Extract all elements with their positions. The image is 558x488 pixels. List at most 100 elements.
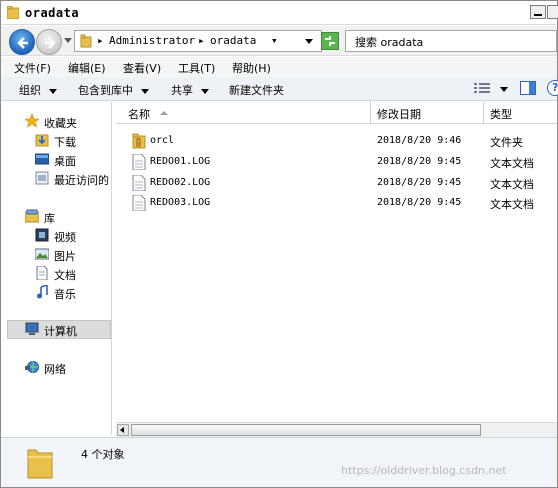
- nav-videos-label: 视频: [54, 231, 76, 244]
- share-label: 共享: [171, 84, 193, 97]
- column-header-type-label: 类型: [490, 108, 512, 121]
- file-name: orcl: [150, 135, 175, 146]
- file-row-redo03[interactable]: REDO03.LOG 2018/8/20 9:45 文本文档: [116, 193, 557, 213]
- chevron-down-icon: [49, 88, 57, 94]
- file-modified: 2018/8/20 9:45: [377, 177, 462, 188]
- text-file-icon: [132, 195, 146, 211]
- music-note-icon: [37, 285, 48, 299]
- include-in-library-button[interactable]: 包含到库中: [78, 82, 149, 98]
- preview-pane-icon[interactable]: [520, 81, 536, 95]
- refresh-icon: [325, 36, 335, 46]
- view-options-dropdown-icon[interactable]: [500, 87, 508, 92]
- column-header-type[interactable]: 类型: [484, 102, 557, 124]
- minimize-button[interactable]: [530, 5, 546, 19]
- menu-bar: 文件(F) 编辑(E) 查看(V) 工具(T) 帮助(H): [1, 57, 557, 77]
- address-dropdown-icon[interactable]: [305, 39, 313, 44]
- downloads-folder-icon: [35, 134, 49, 147]
- details-pane: 4 个对象 https://olddriver.blog.csdn.net: [1, 437, 557, 487]
- network-icon: [25, 361, 39, 373]
- file-type: 文本文档: [490, 198, 534, 211]
- file-modified: 2018/8/20 9:45: [377, 156, 462, 167]
- recent-pages-dropdown-icon[interactable]: [64, 38, 72, 44]
- video-icon: [35, 228, 49, 242]
- breadcrumb-separator[interactable]: ▾: [271, 34, 278, 47]
- picture-icon: [35, 248, 49, 260]
- nav-libraries-label: 库: [44, 212, 55, 225]
- navigation-pane: 收藏夹 下载 桌面 最近访问的 库 视频 图片 文档 音乐 计算机 网络: [1, 102, 112, 435]
- menu-help[interactable]: 帮助(H): [232, 60, 271, 76]
- title-bar: oradata: [1, 1, 558, 25]
- file-name: REDO02.LOG: [150, 177, 211, 188]
- column-header-modified[interactable]: 修改日期: [371, 102, 484, 124]
- watermark-text: https://olddriver.blog.csdn.net: [341, 464, 507, 477]
- text-file-icon: [132, 154, 146, 170]
- breadcrumb-oradata[interactable]: oradata: [210, 34, 256, 47]
- computer-icon: [25, 322, 39, 335]
- chevron-down-icon: [201, 88, 209, 94]
- share-button[interactable]: 共享: [171, 82, 209, 98]
- column-header-name[interactable]: 名称: [116, 102, 371, 124]
- address-row: ▸ Administrator ▸ oradata ▾ 搜索 oradata: [1, 26, 557, 56]
- file-list: 名称 修改日期 类型 orcl 2018/8/20 9:46 文件夹 REDO0…: [116, 102, 557, 422]
- desktop-icon: [35, 153, 49, 165]
- locked-folder-icon: [132, 133, 146, 149]
- search-input[interactable]: 搜索 oradata: [345, 30, 557, 52]
- back-button[interactable]: [9, 29, 35, 55]
- breadcrumb-administrator[interactable]: Administrator: [109, 34, 195, 47]
- file-modified: 2018/8/20 9:46: [377, 135, 462, 146]
- forward-arrow-icon: [45, 37, 56, 49]
- window-title: oradata: [25, 6, 80, 20]
- nav-pictures-label: 图片: [54, 250, 76, 263]
- file-modified: 2018/8/20 9:45: [377, 197, 462, 208]
- nav-music-label: 音乐: [54, 288, 76, 301]
- nav-network-label: 网络: [44, 363, 66, 376]
- chevron-down-icon: [141, 88, 149, 94]
- column-header-modified-label: 修改日期: [377, 108, 421, 121]
- document-icon: [36, 266, 48, 280]
- nav-documents-label: 文档: [54, 269, 76, 282]
- scrollbar-thumb[interactable]: [131, 424, 481, 436]
- file-type: 文件夹: [490, 136, 523, 149]
- breadcrumb-separator[interactable]: ▸: [97, 34, 104, 47]
- folder-icon: [7, 6, 19, 19]
- star-icon: [25, 114, 39, 128]
- search-placeholder: 搜索 oradata: [355, 36, 424, 49]
- file-row-redo01[interactable]: REDO01.LOG 2018/8/20 9:45 文本文档: [116, 152, 557, 172]
- libraries-icon: [25, 209, 39, 223]
- file-row-redo02[interactable]: REDO02.LOG 2018/8/20 9:45 文本文档: [116, 173, 557, 193]
- file-type: 文本文档: [490, 157, 534, 170]
- organize-button[interactable]: 组织: [19, 82, 57, 98]
- refresh-button[interactable]: [321, 32, 339, 50]
- nav-downloads-label: 下载: [54, 136, 76, 149]
- scroll-left-arrow-icon[interactable]: [117, 424, 129, 436]
- folder-icon: [80, 34, 92, 48]
- new-folder-button[interactable]: 新建文件夹: [229, 82, 284, 98]
- nav-desktop-label: 桌面: [54, 155, 76, 168]
- command-bar: 组织 包含到库中 共享 新建文件夹 ?: [1, 77, 558, 101]
- nav-computer-label: 计算机: [44, 325, 77, 338]
- change-view-icon[interactable]: [474, 82, 490, 94]
- menu-tools[interactable]: 工具(T): [178, 60, 215, 76]
- help-icon[interactable]: ?: [547, 80, 558, 96]
- menu-edit[interactable]: 编辑(E): [68, 60, 106, 76]
- sort-ascending-icon: [160, 111, 168, 115]
- nav-recent-places-label: 最近访问的: [54, 174, 109, 187]
- maximize-button[interactable]: [547, 5, 558, 19]
- text-file-icon: [132, 175, 146, 191]
- menu-view[interactable]: 查看(V): [123, 60, 161, 76]
- file-row-orcl[interactable]: orcl 2018/8/20 9:46 文件夹: [116, 131, 557, 151]
- horizontal-scrollbar[interactable]: [116, 422, 557, 437]
- file-name: REDO01.LOG: [150, 156, 211, 167]
- file-name: REDO03.LOG: [150, 197, 211, 208]
- breadcrumb-separator[interactable]: ▸: [198, 34, 205, 47]
- recent-places-icon: [35, 171, 49, 185]
- forward-button[interactable]: [36, 29, 62, 55]
- organize-label: 组织: [19, 84, 41, 97]
- address-bar[interactable]: ▸ Administrator ▸ oradata ▾: [74, 30, 322, 52]
- menu-file[interactable]: 文件(F): [14, 60, 51, 76]
- nav-favorites-label: 收藏夹: [44, 117, 77, 130]
- include-library-label: 包含到库中: [78, 84, 133, 97]
- explorer-window: oradata ▸ Administrator ▸ oradata ▾ 搜索 o…: [0, 0, 558, 488]
- back-arrow-icon: [17, 37, 28, 49]
- folder-icon: [27, 449, 53, 479]
